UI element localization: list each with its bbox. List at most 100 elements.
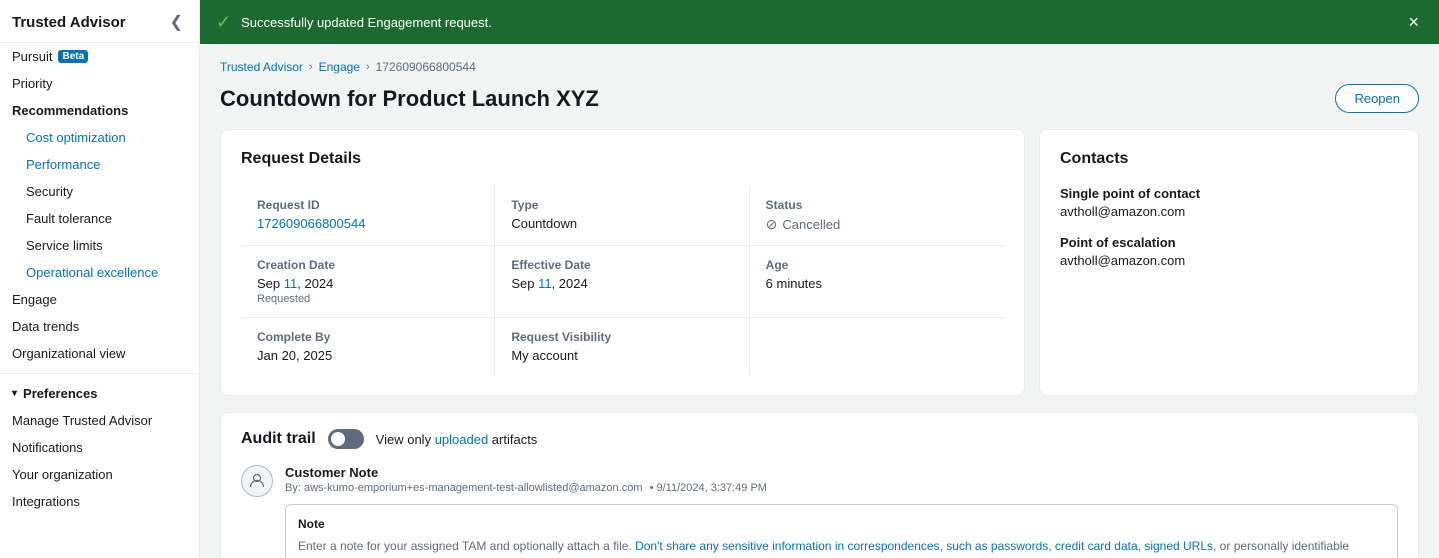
field-complete-by: Complete By Jan 20, 2025 bbox=[241, 318, 495, 375]
age-label: Age bbox=[766, 258, 988, 272]
avatar bbox=[241, 465, 273, 497]
toast-message: Successfully updated Engagement request. bbox=[241, 15, 492, 30]
field-request-visibility: Request Visibility My account bbox=[495, 318, 749, 375]
field-creation-date: Creation Date Sep 11, 2024 Requested bbox=[241, 246, 495, 317]
preferences-label: Preferences bbox=[23, 386, 97, 401]
fault-tolerance-label: Fault tolerance bbox=[26, 211, 112, 226]
sidebar-item-pursuit[interactable]: Pursuit Beta bbox=[0, 43, 199, 70]
engage-label: Engage bbox=[12, 292, 57, 307]
note-hint-link[interactable]: Don't share any sensitive information in… bbox=[635, 539, 1213, 553]
request-fields-row-3: Complete By Jan 20, 2025 Request Visibil… bbox=[241, 318, 1004, 375]
breadcrumb-sep-1: › bbox=[309, 61, 313, 73]
effective-date-value: Sep 11, 2024 bbox=[511, 276, 732, 291]
field-empty bbox=[750, 318, 1004, 375]
complete-by-label: Complete By bbox=[257, 330, 478, 344]
audit-header: Audit trail View only uploaded artifacts bbox=[241, 429, 1398, 449]
organizational-view-label: Organizational view bbox=[12, 346, 125, 361]
request-id-link[interactable]: 172609066800544 bbox=[257, 216, 365, 231]
sidebar-item-data-trends[interactable]: Data trends bbox=[0, 313, 199, 340]
reopen-button[interactable]: Reopen bbox=[1335, 84, 1419, 113]
creation-date-label: Creation Date bbox=[257, 258, 478, 272]
contact-email-1: avtholl@amazon.com bbox=[1060, 204, 1398, 219]
effective-date-link[interactable]: 11 bbox=[538, 276, 552, 291]
toast-notification: ✓ Successfully updated Engagement reques… bbox=[200, 0, 1439, 44]
note-label: Note bbox=[298, 517, 1385, 531]
data-trends-label: Data trends bbox=[12, 319, 79, 334]
audit-entry-title: Customer Note bbox=[285, 465, 1398, 480]
field-effective-date: Effective Date Sep 11, 2024 bbox=[495, 246, 749, 317]
sidebar-item-integrations[interactable]: Integrations bbox=[0, 488, 199, 515]
sidebar-item-performance[interactable]: Performance bbox=[0, 151, 199, 178]
breadcrumb-engage[interactable]: Engage bbox=[319, 60, 360, 74]
service-limits-label: Service limits bbox=[26, 238, 103, 253]
sidebar-item-your-organization[interactable]: Your organization bbox=[0, 461, 199, 488]
page-title-row: Countdown for Product Launch XYZ Reopen bbox=[220, 84, 1419, 113]
contacts-title: Contacts bbox=[1060, 150, 1398, 168]
sidebar-item-security[interactable]: Security bbox=[0, 178, 199, 205]
creation-date-sub: Requested bbox=[257, 293, 478, 305]
pursuit-beta-badge: Beta bbox=[58, 50, 88, 63]
audit-title: Audit trail bbox=[241, 430, 316, 448]
contacts-card: Contacts Single point of contact avtholl… bbox=[1039, 129, 1419, 396]
sidebar-divider bbox=[0, 373, 199, 374]
integrations-label: Integrations bbox=[12, 494, 80, 509]
toast-close-button[interactable]: × bbox=[1404, 12, 1423, 33]
breadcrumb: Trusted Advisor › Engage › 1726090668005… bbox=[220, 60, 1419, 74]
toggle-link-uploaded[interactable]: uploaded bbox=[435, 432, 489, 447]
sidebar-item-priority[interactable]: Priority bbox=[0, 70, 199, 97]
field-type: Type Countdown bbox=[495, 186, 749, 245]
contact-role-1: Single point of contact bbox=[1060, 186, 1398, 201]
sidebar-item-operational-excellence[interactable]: Operational excellence bbox=[0, 259, 199, 286]
request-id-value: 172609066800544 bbox=[257, 216, 478, 231]
audit-entry-by: By: aws-kumo-emporium+es-management-test… bbox=[285, 482, 643, 494]
creation-date-link[interactable]: 11 bbox=[284, 276, 298, 291]
sidebar-item-cost-optimization[interactable]: Cost optimization bbox=[0, 124, 199, 151]
toggle-label: View only uploaded artifacts bbox=[376, 432, 538, 447]
recommendations-label: Recommendations bbox=[12, 103, 128, 118]
sidebar-collapse-button[interactable]: ❮ bbox=[166, 10, 187, 34]
sidebar-item-recommendations[interactable]: Recommendations bbox=[0, 97, 199, 124]
status-text: Cancelled bbox=[782, 217, 840, 232]
audit-entry-meta: By: aws-kumo-emporium+es-management-test… bbox=[285, 482, 1398, 494]
performance-label: Performance bbox=[26, 157, 100, 172]
sidebar-item-organizational-view[interactable]: Organizational view bbox=[0, 340, 199, 367]
audit-entry: Customer Note By: aws-kumo-emporium+es-m… bbox=[241, 465, 1398, 558]
contact-entry-2: Point of escalation avtholl@amazon.com bbox=[1060, 235, 1398, 268]
field-request-id: Request ID 172609066800544 bbox=[241, 186, 495, 245]
notifications-label: Notifications bbox=[12, 440, 83, 455]
request-details-title: Request Details bbox=[241, 150, 1004, 168]
sidebar-preferences-header[interactable]: ▾ Preferences bbox=[0, 380, 199, 407]
request-id-label: Request ID bbox=[257, 198, 478, 212]
contact-entry-1: Single point of contact avtholl@amazon.c… bbox=[1060, 186, 1398, 219]
request-fields-row-2: Creation Date Sep 11, 2024 Requested Eff… bbox=[241, 246, 1004, 318]
status-value: ⊘ Cancelled bbox=[766, 216, 988, 233]
audit-toggle[interactable] bbox=[328, 429, 364, 449]
contact-role-2: Point of escalation bbox=[1060, 235, 1398, 250]
priority-label: Priority bbox=[12, 76, 52, 91]
pursuit-label: Pursuit bbox=[12, 49, 52, 64]
main-content: ✓ Successfully updated Engagement reques… bbox=[200, 0, 1439, 558]
status-label: Status bbox=[766, 198, 988, 212]
sidebar-item-manage-trusted-advisor[interactable]: Manage Trusted Advisor bbox=[0, 407, 199, 434]
sidebar-item-service-limits[interactable]: Service limits bbox=[0, 232, 199, 259]
sidebar-title: Trusted Advisor bbox=[12, 14, 126, 31]
breadcrumb-sep-2: › bbox=[366, 61, 370, 73]
toast-content: ✓ Successfully updated Engagement reques… bbox=[216, 12, 492, 33]
preferences-arrow: ▾ bbox=[12, 388, 17, 399]
breadcrumb-trusted-advisor[interactable]: Trusted Advisor bbox=[220, 60, 303, 74]
sidebar: Trusted Advisor ❮ Pursuit Beta Priority … bbox=[0, 0, 200, 558]
note-hint: Enter a note for your assigned TAM and o… bbox=[298, 537, 1385, 558]
sidebar-item-engage[interactable]: Engage bbox=[0, 286, 199, 313]
audit-trail-card: Audit trail View only uploaded artifacts bbox=[220, 412, 1419, 558]
your-organization-label: Your organization bbox=[12, 467, 113, 482]
toggle-slider bbox=[328, 429, 364, 449]
breadcrumb-current: 172609066800544 bbox=[376, 60, 476, 74]
note-hint-link-signed-urls[interactable]: signed URLs bbox=[1144, 539, 1213, 553]
security-label: Security bbox=[26, 184, 73, 199]
sidebar-item-notifications[interactable]: Notifications bbox=[0, 434, 199, 461]
sidebar-item-fault-tolerance[interactable]: Fault tolerance bbox=[0, 205, 199, 232]
manage-trusted-advisor-label: Manage Trusted Advisor bbox=[12, 413, 152, 428]
audit-entry-content: Customer Note By: aws-kumo-emporium+es-m… bbox=[285, 465, 1398, 558]
cost-optimization-label: Cost optimization bbox=[26, 130, 126, 145]
type-label: Type bbox=[511, 198, 732, 212]
